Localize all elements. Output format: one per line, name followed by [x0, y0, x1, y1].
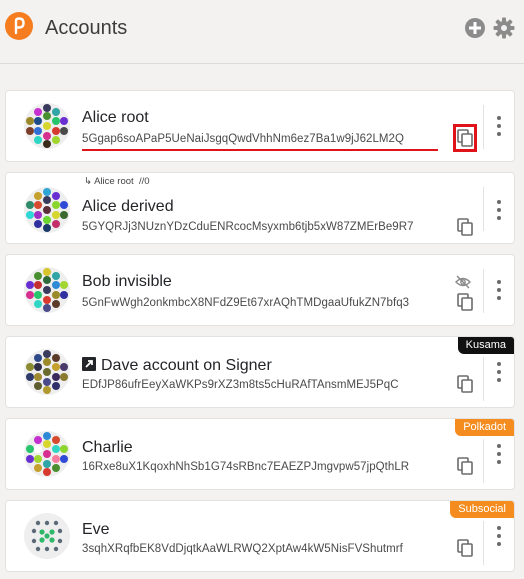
card-divider	[483, 521, 484, 565]
account-name: Bob invisible	[82, 273, 172, 290]
copy-icon	[457, 539, 473, 557]
account-address: EDfJP86ufrEeyXaWKPs9rXZ3m8ts5cHuRAfTAnsm…	[82, 379, 399, 391]
settings-button[interactable]	[493, 17, 515, 39]
account-name: Charlie	[82, 439, 133, 456]
parent-account-label: ↳ Alice root //0	[84, 176, 150, 187]
account-address: 5GYQRJj3NUznYDzCduENRcocMsyxmb6tjb5xW87Z…	[82, 221, 414, 233]
copy-icon	[457, 293, 473, 311]
account-card-charlie: Polkadot Charlie 16Rxe8uX1KqoxhNhSb1G74s…	[5, 418, 515, 490]
network-badge: Kusama	[457, 337, 514, 354]
card-divider	[483, 187, 484, 231]
network-badge: Subsocial	[450, 501, 514, 518]
account-menu-button[interactable]	[492, 115, 506, 139]
card-divider	[483, 269, 484, 313]
account-address: 5GnFwWgh2onkmbcX8NFdZ9Et67xrAQhTMDgaaUfu…	[82, 297, 410, 309]
account-name: Alice root	[82, 109, 149, 126]
account-menu-button[interactable]	[492, 525, 506, 549]
polkadot-logo-icon	[5, 12, 33, 40]
card-divider	[483, 105, 484, 149]
identicon-icon	[24, 267, 70, 313]
address-highlight-underline	[82, 149, 438, 151]
identicon-icon	[24, 103, 70, 149]
copy-address-button[interactable]	[457, 375, 473, 393]
card-divider	[483, 357, 484, 401]
account-menu-button[interactable]	[492, 199, 506, 223]
account-card-eve: Subsocial Eve 3sqhXRqfbEK8VdDjqtkAaWLRWQ…	[5, 500, 515, 572]
plus-circle-icon	[465, 18, 485, 38]
copy-icon	[457, 218, 473, 236]
app-header: Accounts	[0, 0, 524, 64]
copy-address-button[interactable]	[457, 218, 473, 236]
account-card-dave: Kusama Dave account on Signer EDfJP86ufr…	[5, 336, 515, 408]
copy-icon	[457, 457, 473, 475]
account-address: 16Rxe8uX1KqoxhNhSb1G74sRBnc7EAEZPJmgvpw5…	[82, 461, 410, 473]
copy-icon	[457, 375, 473, 393]
account-card-alice-root: Alice root 5Ggap6soAPaP5UeNaiJsgqQwdVhhN…	[5, 90, 515, 162]
account-menu-button[interactable]	[492, 361, 506, 385]
account-name: Dave account on Signer	[82, 357, 272, 375]
external-signer-icon	[82, 357, 96, 371]
add-account-button[interactable]	[464, 17, 486, 39]
copy-address-button[interactable]	[457, 293, 473, 311]
account-name: Eve	[82, 521, 110, 538]
identicon-icon	[24, 513, 70, 559]
account-address: 3sqhXRqfbEK8VdDjqtkAaWLRWQ2XptAw4kW5NisF…	[82, 543, 403, 555]
account-address: 5Ggap6soAPaP5UeNaiJsgqQwdVhhNm6ez7Ba1w9j…	[82, 133, 404, 145]
network-badge: Polkadot	[455, 419, 514, 436]
page-title: Accounts	[45, 17, 128, 39]
account-card-bob-invisible: Bob invisible 5GnFwWgh2onkmbcX8NFdZ9Et67…	[5, 254, 515, 326]
account-menu-button[interactable]	[492, 279, 506, 303]
account-menu-button[interactable]	[492, 443, 506, 467]
derived-arrow-icon: ↳	[84, 176, 95, 187]
gear-icon	[493, 17, 515, 39]
card-divider	[483, 439, 484, 483]
eye-slash-icon[interactable]	[455, 275, 471, 289]
identicon-icon	[24, 349, 70, 395]
copy-address-button[interactable]	[457, 457, 473, 475]
identicon-icon	[24, 187, 70, 233]
account-name: Alice derived	[82, 198, 174, 215]
account-card-alice-derived: ↳ Alice root //0 Alice derived 5GYQRJj3N…	[5, 172, 515, 244]
identicon-icon	[24, 431, 70, 477]
copy-address-button[interactable]	[457, 539, 473, 557]
copy-button-highlight-box	[453, 124, 477, 152]
